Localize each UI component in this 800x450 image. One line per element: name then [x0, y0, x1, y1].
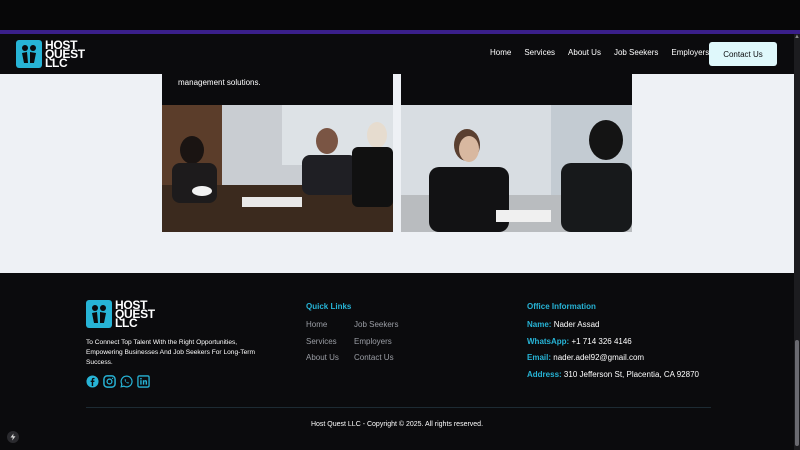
office-address: Address: 310 Jefferson St, Placentia, CA… [527, 370, 699, 379]
footer-tagline: To Connect Top Talent With the Right Opp… [86, 339, 255, 366]
quick-links-heading: Quick Links [306, 302, 352, 311]
facebook-icon[interactable] [86, 375, 99, 388]
office-name: Name: Nader Assad [527, 320, 600, 329]
social-links [86, 375, 150, 388]
office-email: Email: nader.adel92@gmail.com [527, 353, 644, 362]
site-logo[interactable]: HOST QUEST LLC [16, 39, 85, 69]
browser-top-bar [0, 0, 800, 30]
footer-logo-text: HOST QUEST LLC [115, 299, 155, 329]
footer-link-about-us[interactable]: About Us [306, 353, 339, 362]
service-card-2 [401, 74, 632, 232]
main-nav: Home Services About Us Job Seekers Emplo… [490, 48, 722, 57]
logo-mark-icon [16, 40, 42, 68]
footer-link-employers[interactable]: Employers [354, 337, 392, 346]
nav-job-seekers[interactable]: Job Seekers [614, 48, 658, 57]
office-whatsapp: WhatsApp: +1 714 326 4146 [527, 337, 632, 346]
office-whatsapp-label: WhatsApp: [527, 337, 570, 346]
office-email-label: Email: [527, 353, 552, 362]
office-info-heading: Office Information [527, 302, 596, 311]
office-email-value[interactable]: nader.adel92@gmail.com [553, 353, 644, 362]
scrollbar-thumb[interactable] [795, 340, 799, 446]
footer-link-contact-us[interactable]: Contact Us [354, 353, 394, 362]
meeting-photo-1 [162, 105, 393, 232]
office-address-value: 310 Jefferson St, Placentia, CA 92870 [563, 370, 699, 379]
nav-about-us[interactable]: About Us [568, 48, 601, 57]
office-name-value: Nader Assad [553, 320, 600, 329]
contact-us-button[interactable]: Contact Us [709, 42, 777, 66]
service-card-1: management solutions. [162, 74, 393, 232]
meeting-photo-2 [401, 105, 632, 232]
nav-services[interactable]: Services [524, 48, 555, 57]
footer-logo[interactable]: HOST QUEST LLC [86, 299, 155, 329]
footer-divider [86, 407, 711, 408]
office-address-label: Address: [527, 370, 562, 379]
whatsapp-icon[interactable] [120, 375, 133, 388]
nav-employers[interactable]: Employers [671, 48, 709, 57]
office-name-label: Name: [527, 320, 552, 329]
office-whatsapp-value[interactable]: +1 714 326 4146 [571, 337, 631, 346]
services-section: management solutions. [0, 74, 794, 273]
footer-logo-mark-icon [86, 300, 112, 328]
lightning-badge-icon[interactable] [7, 431, 19, 443]
copyright-text: Host Quest LLC - Copyright © 2025. All r… [310, 421, 484, 428]
footer-link-home[interactable]: Home [306, 320, 327, 329]
site-header: HOST QUEST LLC Home Services About Us Jo… [0, 34, 794, 74]
instagram-icon[interactable] [103, 375, 116, 388]
linkedin-icon[interactable] [137, 375, 150, 388]
footer-link-job-seekers[interactable]: Job Seekers [354, 320, 398, 329]
nav-home[interactable]: Home [490, 48, 511, 57]
card-1-text: management solutions. [178, 78, 261, 87]
logo-text: HOST QUEST LLC [45, 39, 85, 69]
footer-link-services[interactable]: Services [306, 337, 337, 346]
scroll-up-arrow-icon[interactable]: ▲ [794, 34, 800, 42]
